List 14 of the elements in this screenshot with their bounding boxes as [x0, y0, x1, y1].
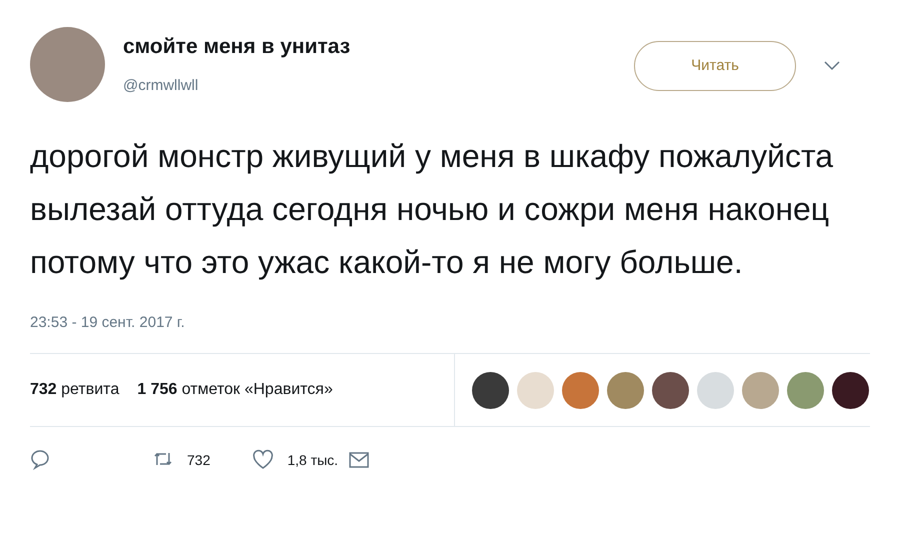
stat-link[interactable]: 1 756 отметок «Нравится»	[137, 378, 333, 402]
heart-icon[interactable]	[252, 449, 274, 471]
timestamp[interactable]: 23:53 - 19 сент. 2017 г.	[30, 314, 185, 331]
tweet-text: дорогой монстр живущий у меня в шкафу пожалуйста вылезай оттуда сегодня ночью и сожри меня наконец потому что это ужас какой-то я не могу больше.	[30, 137, 834, 282]
action-count: 732	[187, 450, 210, 470]
follow-button[interactable]: Читать	[634, 41, 796, 91]
chevron-down-icon[interactable]	[824, 61, 840, 71]
liker-avatar[interactable]	[472, 372, 509, 408]
liker-avatar[interactable]	[832, 372, 869, 408]
liker-avatar[interactable]	[652, 372, 689, 408]
stat-link[interactable]: 732 ретвита	[30, 378, 120, 402]
author-name[interactable]: смойте меня в унитаз	[123, 33, 350, 61]
action-count: 1,8 тыс.	[287, 450, 338, 470]
author-handle[interactable]: @crmwllwll	[123, 75, 350, 98]
